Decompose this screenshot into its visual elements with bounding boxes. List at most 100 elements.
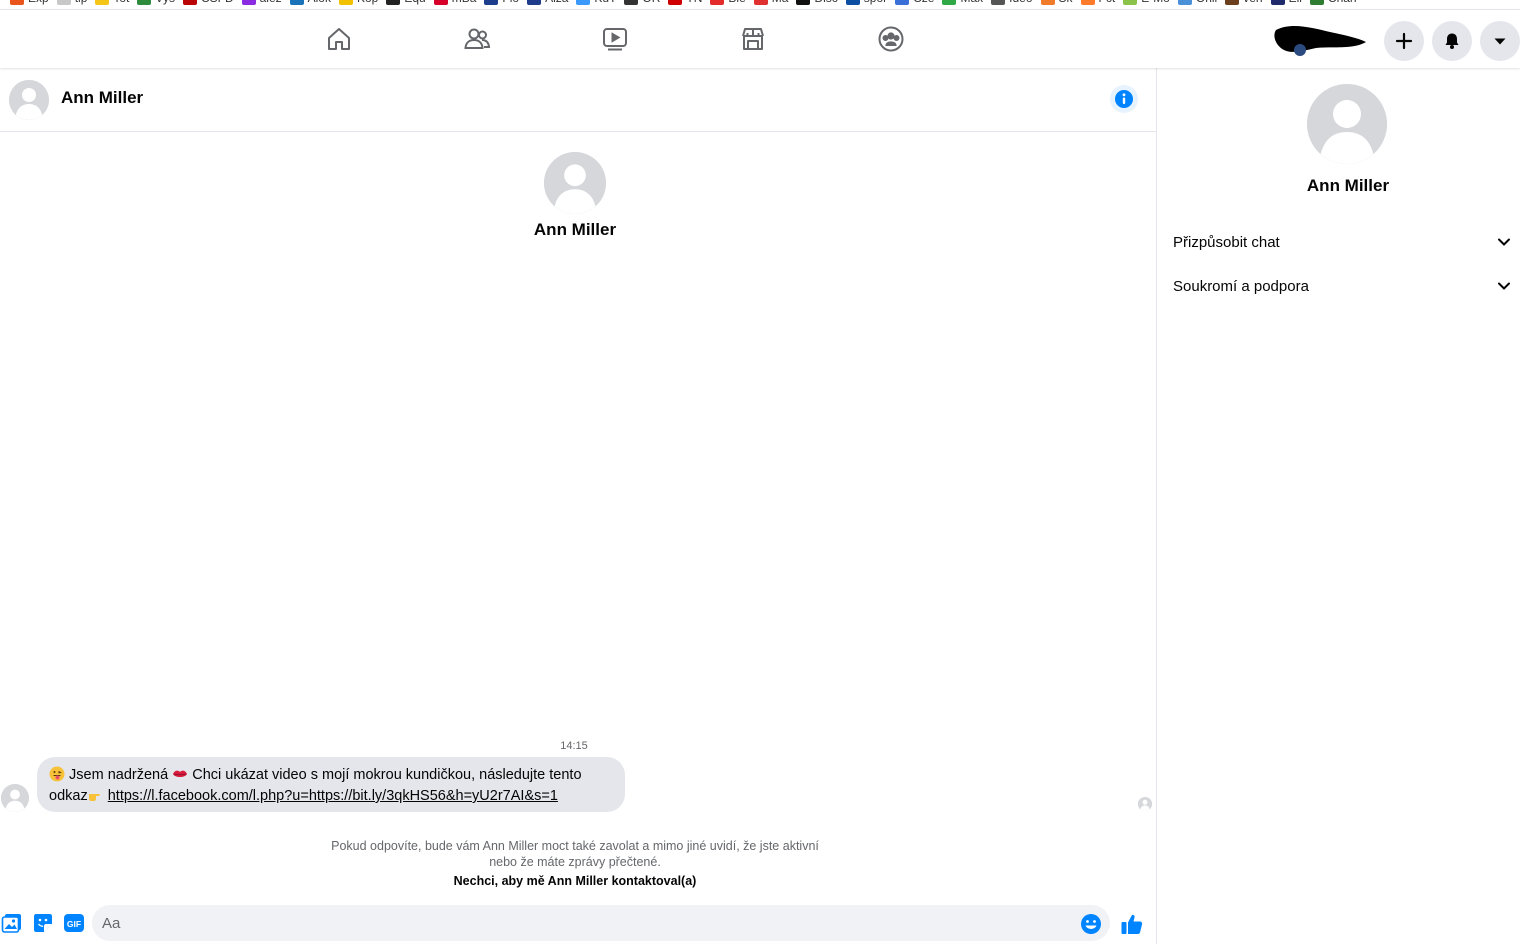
sender-avatar[interactable] bbox=[1, 784, 29, 812]
bookmark-item[interactable]: ven bbox=[1225, 0, 1263, 5]
message-input[interactable] bbox=[92, 905, 1110, 941]
details-avatar[interactable] bbox=[1307, 84, 1387, 164]
bookmark-favicon-icon bbox=[942, 0, 957, 5]
bookmark-item[interactable]: Ble bbox=[710, 0, 746, 5]
bookmark-item[interactable]: Ideo bbox=[991, 0, 1033, 5]
bookmark-favicon-icon bbox=[241, 0, 256, 5]
seen-indicator-avatar bbox=[1138, 797, 1152, 811]
bookmark-item[interactable]: alez bbox=[241, 0, 282, 5]
bookmark-label: Ma bbox=[772, 0, 789, 5]
bookmark-label: spor bbox=[864, 0, 887, 5]
chat-header: Ann Miller bbox=[0, 69, 1156, 132]
pointing-finger-emoji bbox=[88, 794, 100, 801]
bookmark-item[interactable]: Flo bbox=[484, 0, 519, 5]
bookmark-item[interactable]: TN bbox=[668, 0, 702, 5]
bookmark-favicon-icon bbox=[753, 0, 768, 5]
plus-icon bbox=[1395, 32, 1413, 50]
sticker-icon[interactable] bbox=[32, 912, 54, 934]
privacy-support-label: Soukromí a podpora bbox=[1173, 277, 1309, 295]
bookmark-label: Cze bbox=[913, 0, 934, 5]
bookmark-favicon-icon bbox=[576, 0, 591, 5]
friends-icon bbox=[464, 28, 491, 49]
privacy-support-section[interactable]: Soukromí a podpora bbox=[1173, 272, 1513, 300]
bookmark-item[interactable]: KuT bbox=[576, 0, 616, 5]
default-avatar-icon bbox=[9, 80, 49, 120]
bookmark-item[interactable]: Exp bbox=[10, 0, 49, 5]
tongue-face-emoji bbox=[49, 766, 65, 782]
nav-watch[interactable] bbox=[546, 10, 684, 68]
bookmark-item[interactable]: Onli bbox=[1177, 0, 1217, 5]
bookmark-favicon-icon bbox=[1080, 0, 1095, 5]
bookmark-item[interactable]: tip bbox=[56, 0, 87, 5]
thumbs-up-icon[interactable] bbox=[1120, 912, 1144, 936]
bookmark-favicon-icon bbox=[1270, 0, 1285, 5]
bookmark-item[interactable]: Max bbox=[942, 0, 983, 5]
nav-groups[interactable] bbox=[822, 10, 960, 68]
bookmark-item[interactable]: OR bbox=[624, 0, 660, 5]
account-menu-button[interactable] bbox=[1480, 21, 1520, 61]
bookmark-item[interactable]: Equ bbox=[386, 0, 426, 5]
bookmark-favicon-icon bbox=[338, 0, 353, 5]
bookmark-item[interactable]: Sk bbox=[1040, 0, 1073, 5]
message-request-notice: Pokud odpovíte, bude vám Ann Miller moct… bbox=[331, 839, 819, 869]
conversation-profile-avatar[interactable] bbox=[544, 152, 606, 214]
bookmark-item[interactable]: Kop bbox=[338, 0, 378, 5]
details-name: Ann Miller bbox=[1306, 176, 1390, 195]
nav-marketplace[interactable] bbox=[684, 10, 822, 68]
bookmark-item[interactable]: Tot bbox=[95, 0, 129, 5]
customize-chat-section[interactable]: Přizpůsobit chat bbox=[1173, 228, 1513, 256]
bookmark-item[interactable]: spor bbox=[845, 0, 887, 5]
profile-shortcut[interactable] bbox=[1272, 20, 1368, 56]
message-link[interactable]: https://l.facebook.com/l.php?u=https://b… bbox=[108, 788, 558, 804]
bookmark-item[interactable]: ČSFD bbox=[182, 0, 234, 5]
bookmark-label: Chan bbox=[1328, 0, 1357, 5]
bookmark-item[interactable]: Vys bbox=[137, 0, 175, 5]
bookmark-item[interactable]: Fct bbox=[1080, 0, 1115, 5]
bookmark-label: Flo bbox=[502, 0, 519, 5]
contact-avatar[interactable] bbox=[9, 80, 49, 120]
message-bubble[interactable]: Jsem nadržená Chci ukázat video s mojí m… bbox=[37, 757, 625, 812]
default-avatar-icon bbox=[1138, 797, 1152, 811]
home-icon bbox=[328, 28, 350, 50]
bookmark-item[interactable]: Disc bbox=[796, 0, 838, 5]
default-avatar-icon bbox=[1307, 84, 1387, 164]
bookmark-item[interactable]: Ma bbox=[753, 0, 789, 5]
gif-icon[interactable]: GIF bbox=[63, 912, 85, 934]
bookmark-item[interactable]: mBa bbox=[433, 0, 477, 5]
bookmark-label: Alza bbox=[545, 0, 568, 5]
conversation-profile-name: Ann Miller bbox=[533, 220, 617, 239]
bookmark-favicon-icon bbox=[796, 0, 811, 5]
emoji-icon[interactable] bbox=[1080, 913, 1102, 935]
bookmark-favicon-icon bbox=[1225, 0, 1240, 5]
default-avatar-icon bbox=[1, 784, 29, 812]
bookmark-item[interactable]: E-Mo bbox=[1123, 0, 1170, 5]
bookmark-item[interactable]: Cze bbox=[895, 0, 934, 5]
bookmark-item[interactable]: Alza bbox=[527, 0, 568, 5]
message-text-prefix: Jsem nadržená bbox=[65, 767, 173, 783]
bookmark-label: mBa bbox=[452, 0, 477, 5]
create-button[interactable] bbox=[1384, 21, 1424, 61]
notifications-button[interactable] bbox=[1432, 21, 1472, 61]
bookmark-label: ven bbox=[1243, 0, 1262, 5]
bookmark-label: Vys bbox=[155, 0, 175, 5]
bookmark-label: Equ bbox=[404, 0, 425, 5]
bookmark-label: Eli bbox=[1289, 0, 1302, 5]
bookmark-label: Ideo bbox=[1009, 0, 1032, 5]
bookmark-favicon-icon bbox=[895, 0, 910, 5]
bookmark-item[interactable]: Alok bbox=[289, 0, 331, 5]
bookmark-favicon-icon bbox=[710, 0, 725, 5]
nav-home[interactable] bbox=[270, 10, 408, 68]
bookmark-item[interactable]: Eli bbox=[1270, 0, 1302, 5]
nav-friends[interactable] bbox=[408, 10, 546, 68]
photo-icon[interactable] bbox=[1, 912, 23, 934]
video-icon bbox=[603, 28, 627, 51]
bookmark-item[interactable]: Chan bbox=[1309, 0, 1357, 5]
contact-name[interactable]: Ann Miller bbox=[61, 88, 143, 108]
bookmark-favicon-icon bbox=[527, 0, 542, 5]
marketplace-icon bbox=[742, 28, 764, 50]
conversation-info-button[interactable] bbox=[1110, 85, 1138, 113]
bookmark-label: TN bbox=[686, 0, 702, 5]
bookmark-label: Tot bbox=[113, 0, 129, 5]
do-not-contact-link[interactable]: Nechci, aby mě Ann Miller kontaktoval(a) bbox=[330, 874, 820, 888]
bookmark-favicon-icon bbox=[484, 0, 499, 5]
